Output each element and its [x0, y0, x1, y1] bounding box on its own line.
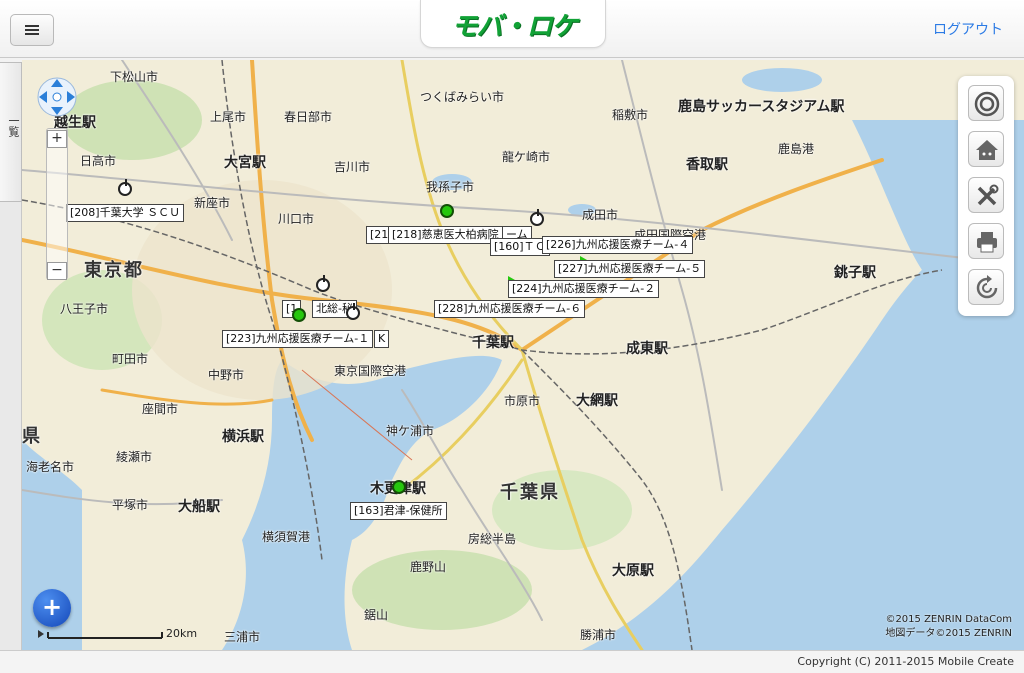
place-label: 鹿野山	[410, 560, 447, 574]
place-label: 八王子市	[60, 302, 109, 316]
location-pin-icon[interactable]	[292, 308, 306, 322]
zoom-slider[interactable]	[46, 128, 68, 280]
marker-label[interactable]: [227]九州応援医療チーム-５	[554, 260, 706, 278]
marker-label[interactable]: [226]九州応援医療チーム-４	[542, 236, 694, 254]
zoom-in-button[interactable]: +	[47, 130, 67, 148]
place-label: 川口市	[278, 212, 315, 226]
location-pin-icon[interactable]	[392, 480, 406, 494]
pan-arrows-icon[interactable]	[36, 76, 78, 118]
place-label: 香取駅	[686, 157, 728, 173]
side-strip	[0, 202, 22, 650]
list-side-tab[interactable]: 一覧	[0, 62, 22, 202]
home-icon	[976, 140, 998, 160]
locate-button[interactable]	[968, 85, 1004, 121]
place-label: 春日部市	[284, 110, 333, 124]
place-label: 鹿島港	[778, 142, 815, 156]
place-label: 東京都	[84, 260, 144, 281]
place-label: 市原市	[504, 394, 541, 408]
place-label: 綾瀬市	[116, 450, 153, 464]
marker-label[interactable]: [224]九州応援医療チーム-２	[508, 280, 660, 298]
marker-label[interactable]: [163]君津-保健所	[350, 502, 447, 520]
zoom-out-button[interactable]: −	[47, 262, 67, 280]
place-label: 大船駅	[178, 499, 220, 515]
marker-label[interactable]: [228]九州応援医療チーム-６	[434, 300, 586, 318]
place-label: 新座市	[194, 196, 231, 210]
attribution-line-1: ©2015 ZENRIN DataCom	[885, 614, 1012, 625]
place-label: 三浦市	[224, 630, 261, 644]
location-pin-icon[interactable]	[316, 275, 330, 292]
map-view[interactable]: 越生駅 下松山市 日高市 上尾市 春日部市 つくばみらい市 大宮駅 吉川市 我孫子市 龍ケ崎市 稲敷…	[22, 60, 1024, 650]
place-label: 横須賀港	[262, 530, 311, 544]
settings-button[interactable]	[968, 177, 1004, 213]
place-label: 大原駅	[612, 563, 654, 579]
place-label: 龍ケ崎市	[502, 150, 551, 164]
location-pin-icon[interactable]	[346, 303, 360, 320]
scale-bar	[38, 630, 163, 639]
place-label: 成東駅	[626, 341, 668, 357]
place-label: 鋸山	[364, 608, 389, 622]
place-label: 勝浦市	[580, 628, 617, 642]
location-pin-icon[interactable]	[118, 179, 132, 196]
place-label: 房総半島	[468, 532, 517, 546]
menu-button[interactable]	[10, 14, 54, 46]
place-label: 吉川市	[334, 160, 371, 174]
app-logo: モバ・ロケ	[451, 12, 577, 42]
place-label: 稲敷市	[612, 108, 649, 122]
logo-tab: モバ・ロケ	[420, 0, 606, 48]
plus-icon: +	[41, 593, 63, 621]
marker-label[interactable]: [218]慈恵医大柏病院	[388, 226, 503, 244]
hamburger-icon	[25, 25, 39, 27]
attribution-line-2: 地図データ©2015 ZENRIN	[885, 628, 1012, 639]
place-label: 我孫子市	[426, 180, 475, 194]
place-label: 座間市	[142, 402, 179, 416]
place-label: 東京国際空港	[334, 364, 407, 378]
home-button[interactable]	[968, 131, 1004, 167]
scale-label: 20km	[166, 627, 198, 640]
location-pin-icon[interactable]	[440, 204, 454, 218]
place-label: 海老名市	[26, 460, 75, 474]
place-label: 千葉駅	[472, 335, 514, 351]
logout-link[interactable]: ログアウト	[933, 19, 1003, 39]
place-label: 神ケ浦市	[386, 424, 435, 438]
place-label: 上尾市	[210, 110, 247, 124]
place-label: 横浜駅	[222, 429, 264, 445]
place-label: 鹿島サッカースタジアム駅	[678, 99, 845, 115]
place-label: 中野市	[208, 368, 245, 382]
marker-label[interactable]: K	[374, 330, 390, 348]
app-header: モバ・ロケ ログアウト	[0, 0, 1024, 58]
place-label: 大宮駅	[224, 155, 266, 171]
map-attribution: ©2015 ZENRIN DataCom 地図データ©2015 ZENRIN	[885, 613, 1012, 641]
place-label: 町田市	[112, 352, 149, 366]
tools-icon	[977, 184, 999, 206]
place-label: 平塚市	[112, 498, 149, 512]
place-label: 千葉県	[500, 482, 560, 503]
place-label: 県	[22, 426, 42, 447]
add-button[interactable]: +	[33, 589, 71, 627]
place-label: 銚子駅	[834, 265, 876, 281]
place-label: 大網駅	[576, 393, 618, 409]
print-icon	[977, 232, 997, 253]
list-tab-label: 一覧	[7, 115, 20, 137]
place-label: 成田市	[582, 208, 619, 222]
location-pin-icon[interactable]	[530, 209, 544, 226]
marker-label[interactable]: [160]ＴＣ	[490, 238, 550, 256]
app-footer: Copyright (C) 2011-2015 Mobile Create	[0, 650, 1024, 673]
marker-label[interactable]: [223]九州応援医療チーム-１	[222, 330, 374, 348]
print-button[interactable]	[968, 223, 1004, 259]
tool-panel	[958, 76, 1014, 316]
refresh-button[interactable]	[968, 269, 1004, 305]
place-label: 日高市	[80, 154, 117, 168]
target-icon	[974, 91, 1000, 117]
refresh-icon	[976, 275, 998, 299]
place-label: つくばみらい市	[420, 90, 505, 104]
marker-label[interactable]: [208]千葉大学 ＳＣＵ	[66, 204, 185, 222]
copyright-text: Copyright (C) 2011-2015 Mobile Create	[797, 655, 1014, 668]
place-label: 下松山市	[110, 70, 159, 84]
